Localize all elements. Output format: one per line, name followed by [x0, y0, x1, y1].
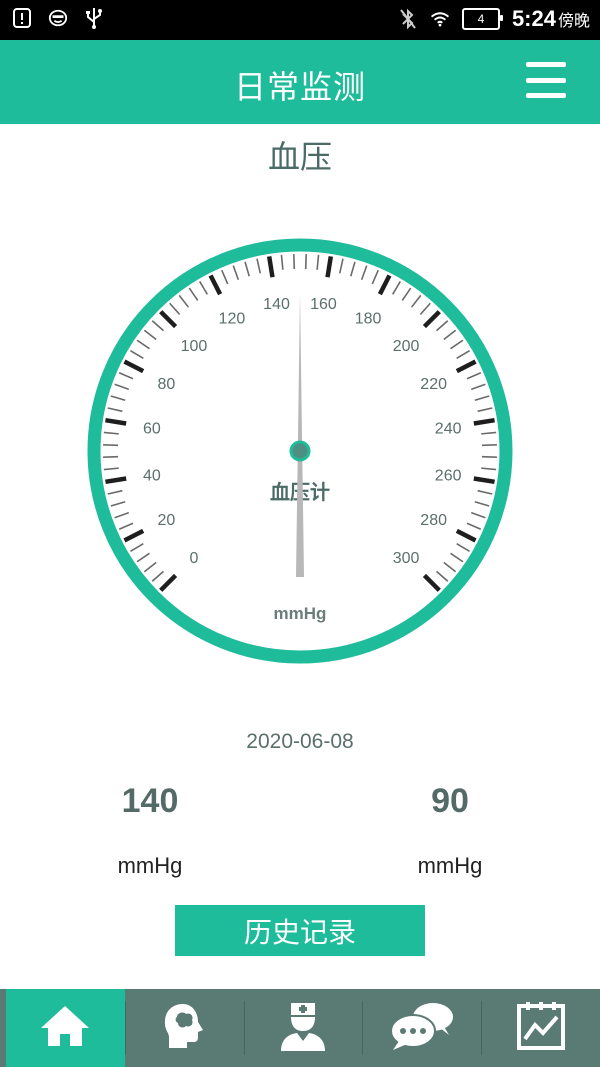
tick-label: 120 — [219, 310, 246, 327]
tick-label: 80 — [157, 376, 175, 393]
tick-label: 140 — [263, 296, 290, 313]
nav-item-chat[interactable] — [362, 989, 481, 1067]
tick-label: 180 — [355, 310, 382, 327]
gauge-unit: mmHg — [274, 604, 327, 623]
tick-label: 260 — [435, 467, 462, 484]
status-bar: 4 5:24 傍晚 — [0, 0, 600, 40]
nav-item-mind[interactable] — [124, 989, 244, 1067]
battery-level: 4 — [477, 12, 485, 26]
alert-icon — [12, 8, 32, 28]
systolic-value: 140 — [121, 782, 179, 820]
nav-item-report[interactable] — [481, 989, 600, 1067]
tick-label: 20 — [157, 512, 175, 529]
wifi-icon — [430, 9, 450, 29]
tick-label: 0 — [189, 550, 198, 567]
clock-suffix: 傍晚 — [557, 13, 590, 30]
tick-label: 220 — [420, 376, 447, 393]
clock: 5:24 傍晚 — [512, 6, 590, 32]
page-title: 日常监测 — [233, 68, 366, 106]
doctor-icon — [277, 999, 329, 1057]
bluetooth-off-icon — [398, 8, 418, 30]
usb-icon — [84, 8, 104, 29]
hamburger-menu-icon[interactable] — [526, 62, 566, 98]
tick-label: 240 — [435, 421, 462, 438]
nav-item-doctor[interactable] — [243, 989, 363, 1067]
blood-pressure-gauge: 0 20 40 60 80 100 120 140 160 180 200 220 240 260 280 3… — [87, 238, 513, 664]
tick-label: 200 — [393, 338, 420, 355]
tick-label: 60 — [143, 421, 161, 438]
diastolic-unit: mmHg — [417, 853, 483, 878]
tick-label: 300 — [393, 550, 420, 567]
reading-date: 2020-06-08 — [246, 730, 354, 753]
tick-label: 40 — [143, 467, 161, 484]
bottom-nav — [0, 989, 600, 1067]
systolic-unit: mmHg — [117, 853, 183, 878]
chart-report-icon — [516, 1001, 566, 1055]
diastolic-value: 90 — [431, 782, 469, 820]
clock-time: 5:24 — [511, 6, 556, 31]
tick-label: 160 — [310, 296, 337, 313]
head-profile-icon — [159, 1001, 209, 1055]
app-bar: 日常监测 — [0, 40, 600, 124]
tick-label: 280 — [420, 512, 447, 529]
nav-item-home[interactable] — [6, 989, 125, 1067]
home-icon — [39, 1004, 91, 1052]
chat-bubbles-icon — [389, 1001, 455, 1055]
battery-icon: 4 — [461, 8, 503, 30]
face-icon — [48, 8, 68, 28]
section-title: 血压 — [267, 138, 332, 176]
tick-label: 100 — [181, 338, 208, 355]
history-button[interactable]: 历史记录 — [175, 905, 425, 956]
